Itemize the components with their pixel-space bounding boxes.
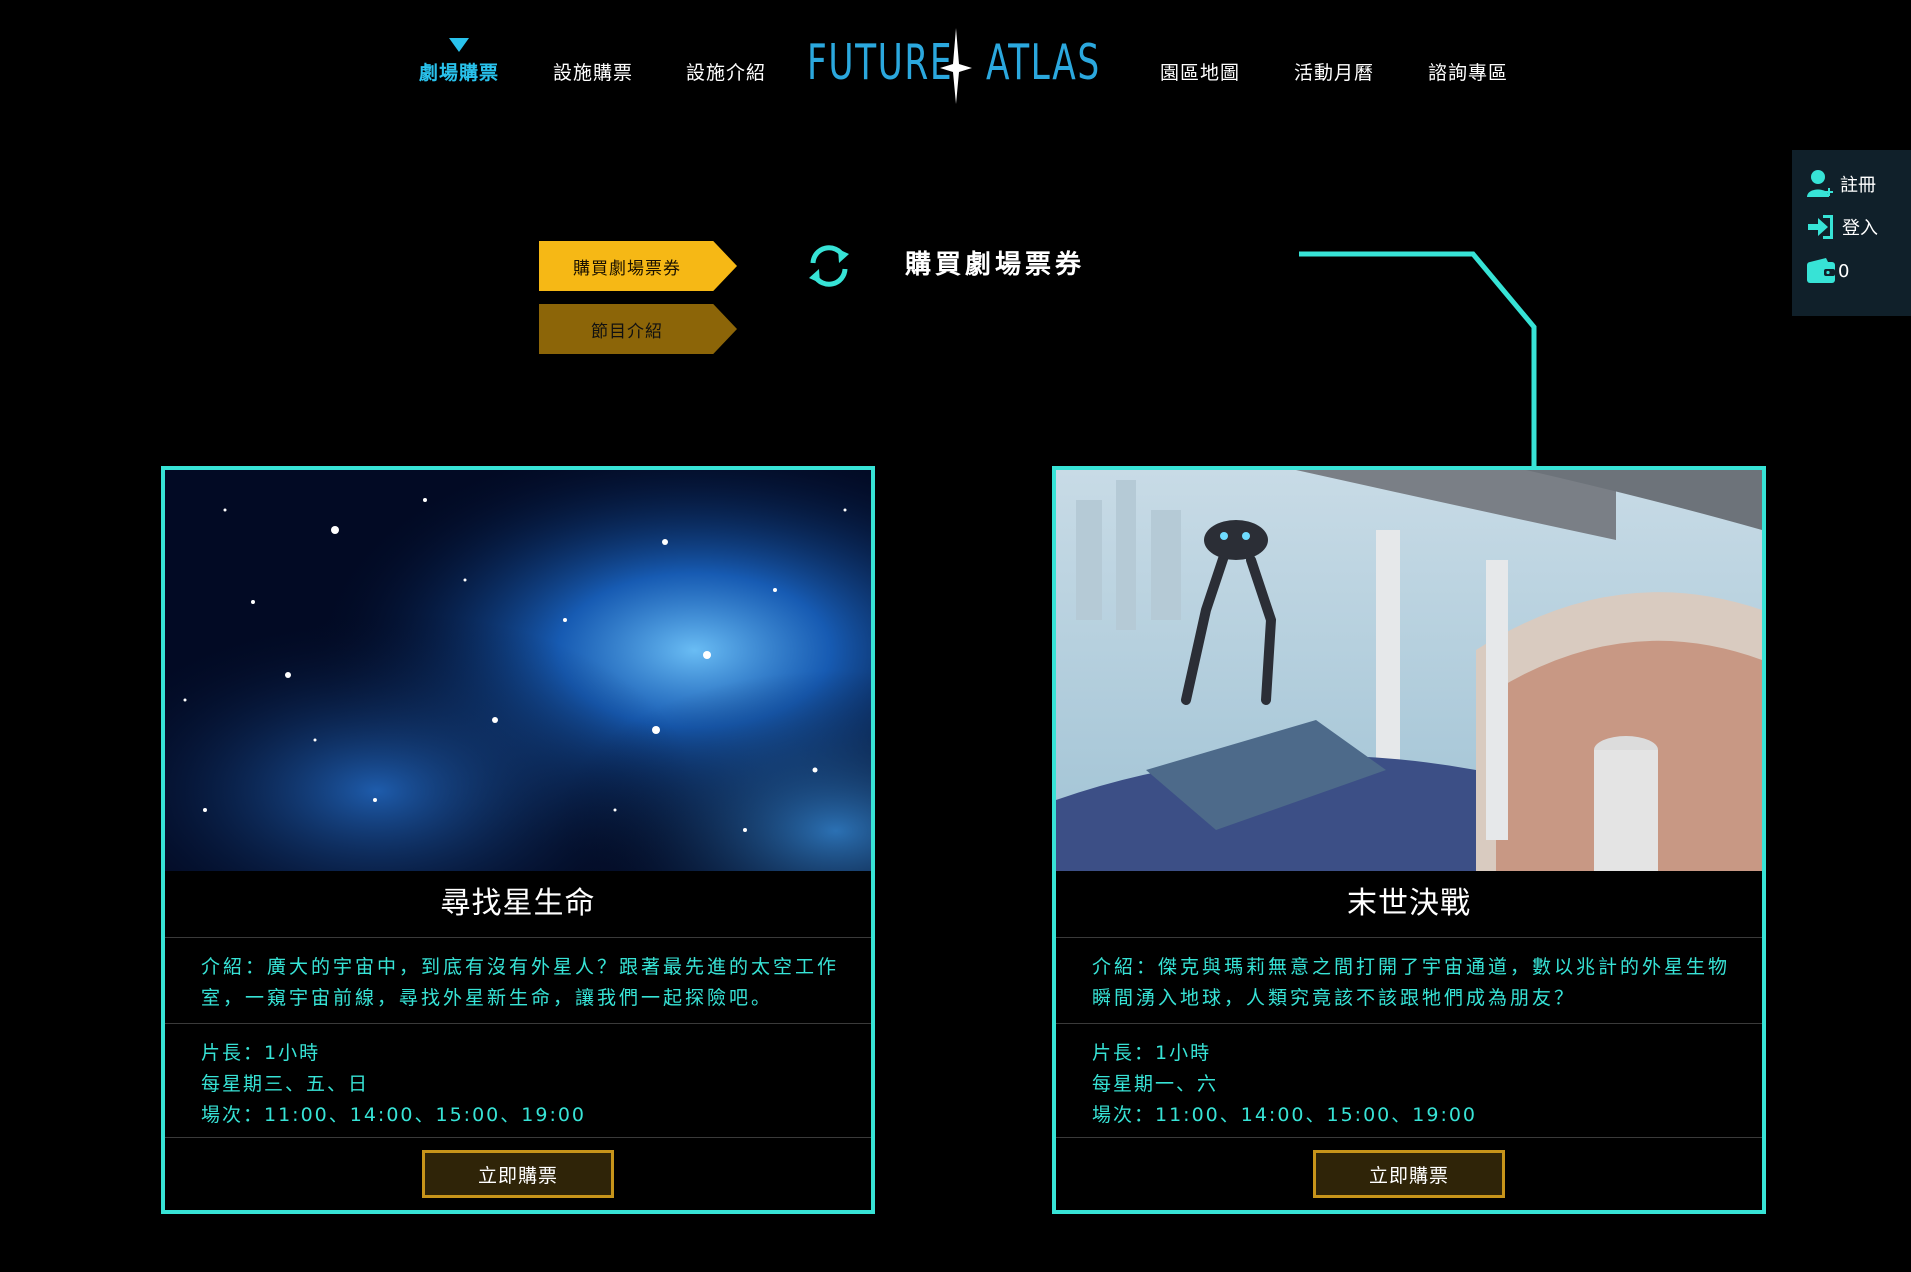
show-name: 末世決戰 [1347, 886, 1471, 921]
login-label: 登入 [1842, 218, 1878, 239]
page: 劇場購票 設施購票 設施介紹 FUTURE ATLAS 園區地圖 活動月曆 諮詢… [0, 0, 1911, 1272]
card-divider [1056, 1023, 1762, 1024]
show-image-starfield [165, 470, 871, 871]
card-divider [165, 1023, 871, 1024]
card-divider [165, 1137, 871, 1138]
register-button[interactable]: 註冊 [1806, 167, 1876, 201]
show-description: 介紹：傑克與瑪莉無意之間打開了宇宙通道，數以兆計的外星生物瞬間湧入地球，人類究竟… [1092, 956, 1731, 1009]
tab-buy-theater-tickets[interactable]: 購買劇場票券 [539, 241, 737, 291]
sign-in-icon [1808, 215, 1833, 239]
show-details: 片長：1小時 每星期三、五、日 場次：11:00、14:00、15:00、19:… [201, 1038, 586, 1131]
card-divider [1056, 1137, 1762, 1138]
nav-park-map[interactable]: 園區地圖 [1160, 58, 1240, 85]
wallet-icon [1807, 258, 1835, 283]
show-name: 尋找星生命 [440, 886, 596, 921]
card-divider [165, 937, 871, 938]
account-side-panel: 註冊 登入 0 [1792, 150, 1911, 316]
refresh-icon[interactable] [805, 243, 853, 289]
show-days: 每星期一、六 [1092, 1073, 1219, 1095]
show-days: 每星期三、五、日 [201, 1073, 370, 1095]
buy-now-button[interactable]: 立即購票 [1313, 1150, 1505, 1198]
wallet-button[interactable]: 0 [1806, 254, 1849, 288]
nav-inquiry[interactable]: 諮詢專區 [1428, 58, 1508, 85]
show-card: 尋找星生命 介紹：廣大的宇宙中，到底有沒有外星人？跟著最先進的太空工作室，一窺宇… [161, 466, 875, 1214]
show-times: 場次：11:00、14:00、15:00、19:00 [1092, 1104, 1478, 1126]
future-atlas-logo[interactable]: FUTURE ATLAS [807, 26, 1106, 106]
nav-facility-tickets[interactable]: 設施購票 [553, 58, 633, 85]
card-divider [1056, 937, 1762, 938]
show-card: 末世決戰 介紹：傑克與瑪莉無意之間打開了宇宙通道，數以兆計的外星生物瞬間湧入地球… [1052, 466, 1766, 1214]
show-duration: 片長：1小時 [201, 1042, 321, 1064]
show-details: 片長：1小時 每星期一、六 場次：11:00、14:00、15:00、19:00 [1092, 1038, 1477, 1131]
nav-theater-tickets[interactable]: 劇場購票 [419, 58, 499, 85]
nav-event-calendar[interactable]: 活動月曆 [1294, 58, 1374, 85]
user-add-icon [1807, 170, 1833, 197]
show-times: 場次：11:00、14:00、15:00、19:00 [201, 1104, 587, 1126]
logo-text-left: FUTURE [807, 34, 954, 91]
show-duration: 片長：1小時 [1092, 1042, 1212, 1064]
section-title: 購買劇場票券 [905, 250, 1086, 280]
show-image-arena [1056, 470, 1762, 871]
tab-buy-label: 購買劇場票券 [573, 258, 681, 279]
buy-now-button[interactable]: 立即購票 [422, 1150, 614, 1198]
active-nav-indicator-icon [449, 38, 469, 52]
nav-facility-intro[interactable]: 設施介紹 [686, 58, 766, 85]
logo-text-right: ATLAS [986, 34, 1101, 91]
show-description: 介紹：廣大的宇宙中，到底有沒有外星人？跟著最先進的太空工作室，一窺宇宙前線，尋找… [201, 956, 840, 1009]
tab-program-intro[interactable]: 節目介紹 [539, 304, 737, 354]
tab-info-label: 節目介紹 [591, 321, 663, 342]
register-label: 註冊 [1840, 175, 1876, 196]
login-button[interactable]: 登入 [1806, 210, 1878, 244]
wallet-count: 0 [1838, 260, 1850, 282]
logo-star-icon [940, 28, 972, 104]
